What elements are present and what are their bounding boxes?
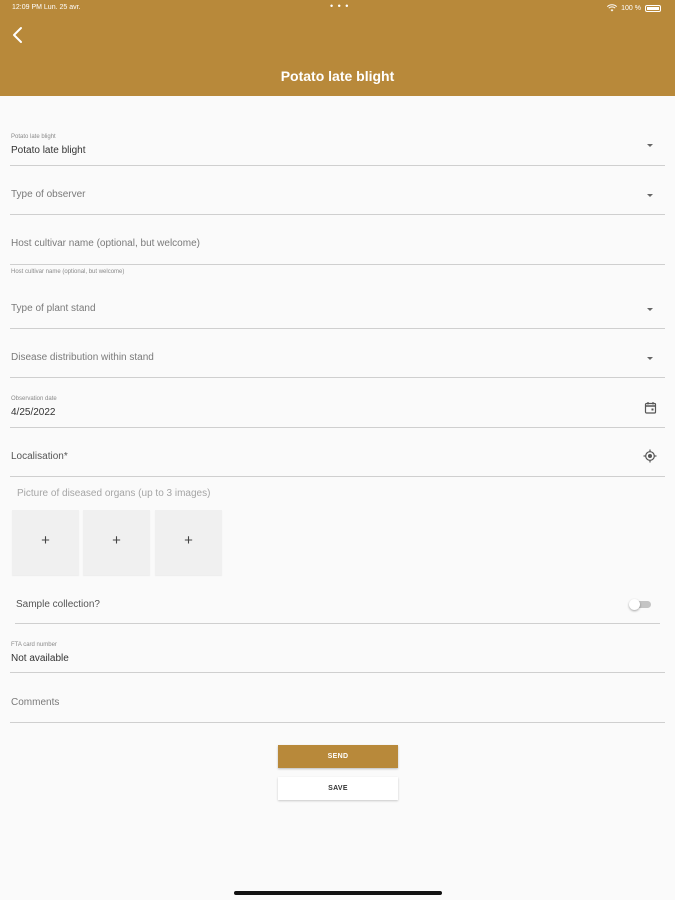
dropdown-caret-icon (647, 194, 653, 197)
status-right: 100 % (607, 4, 661, 12)
observation-date-value: 4/25/2022 (11, 407, 56, 418)
disease-distribution-select[interactable]: Disease distribution within stand (10, 343, 665, 378)
wifi-icon (607, 4, 618, 12)
add-photo-2-button[interactable]: + (83, 510, 150, 575)
plus-icon: + (112, 532, 121, 549)
battery-percent: 100 % (621, 4, 641, 12)
page-title: Potato late blight (280, 68, 395, 84)
add-photo-3-button[interactable]: + (155, 510, 222, 575)
localisation-field[interactable]: Localisation* (10, 442, 665, 477)
disease-select-label: Potato late blight (11, 134, 56, 140)
dropdown-caret-icon (647, 144, 653, 147)
status-time: 12:09 PM Lun. 25 avr. (12, 4, 81, 11)
calendar-icon[interactable] (644, 401, 657, 414)
plus-icon: + (41, 532, 50, 549)
add-photo-1-button[interactable]: + (12, 510, 79, 575)
comments-placeholder: Comments (11, 697, 60, 708)
disease-select-value: Potato late blight (11, 145, 86, 156)
photos-label: Picture of diseased organs (up to 3 imag… (17, 488, 211, 499)
observer-type-placeholder: Type of observer (11, 189, 86, 200)
comments-input[interactable]: Comments (10, 688, 665, 723)
toggle-knob (629, 599, 640, 610)
fta-card-field[interactable]: FTA card number Not available (10, 639, 665, 673)
observer-type-select[interactable]: Type of observer (10, 180, 665, 215)
app-header: 12:09 PM Lun. 25 avr. • • • 100 % Potato… (0, 0, 675, 96)
dropdown-caret-icon (647, 308, 653, 311)
status-bar: 12:09 PM Lun. 25 avr. • • • 100 % (0, 1, 675, 16)
sample-collection-row: Sample collection? (15, 590, 660, 624)
multitask-dots: • • • (330, 1, 350, 11)
plant-stand-placeholder: Type of plant stand (11, 303, 96, 314)
battery-icon (645, 4, 661, 12)
back-arrow-icon[interactable] (8, 24, 28, 46)
localisation-placeholder: Localisation* (11, 451, 68, 462)
fta-card-value: Not available (11, 653, 69, 664)
observation-date-label: Observation date (11, 396, 57, 402)
fta-card-label: FTA card number (11, 642, 57, 648)
home-indicator[interactable] (234, 891, 442, 895)
dropdown-caret-icon (647, 357, 653, 360)
gps-location-icon[interactable] (643, 449, 657, 463)
observation-date-field[interactable]: Observation date 4/25/2022 (10, 393, 665, 428)
plus-icon: + (184, 532, 193, 549)
disease-select[interactable]: Potato late blight Potato late blight (10, 130, 665, 166)
host-cultivar-placeholder: Host cultivar name (optional, but welcom… (11, 238, 200, 249)
plant-stand-select[interactable]: Type of plant stand (10, 294, 665, 329)
save-button[interactable]: SAVE (278, 777, 398, 800)
send-button[interactable]: SEND (278, 745, 398, 768)
sample-collection-toggle[interactable] (629, 599, 651, 610)
sample-collection-label: Sample collection? (16, 599, 100, 610)
host-cultivar-input[interactable]: Host cultivar name (optional, but welcom… (10, 230, 665, 265)
disease-distribution-placeholder: Disease distribution within stand (11, 352, 154, 363)
host-cultivar-helper: Host cultivar name (optional, but welcom… (11, 269, 125, 275)
